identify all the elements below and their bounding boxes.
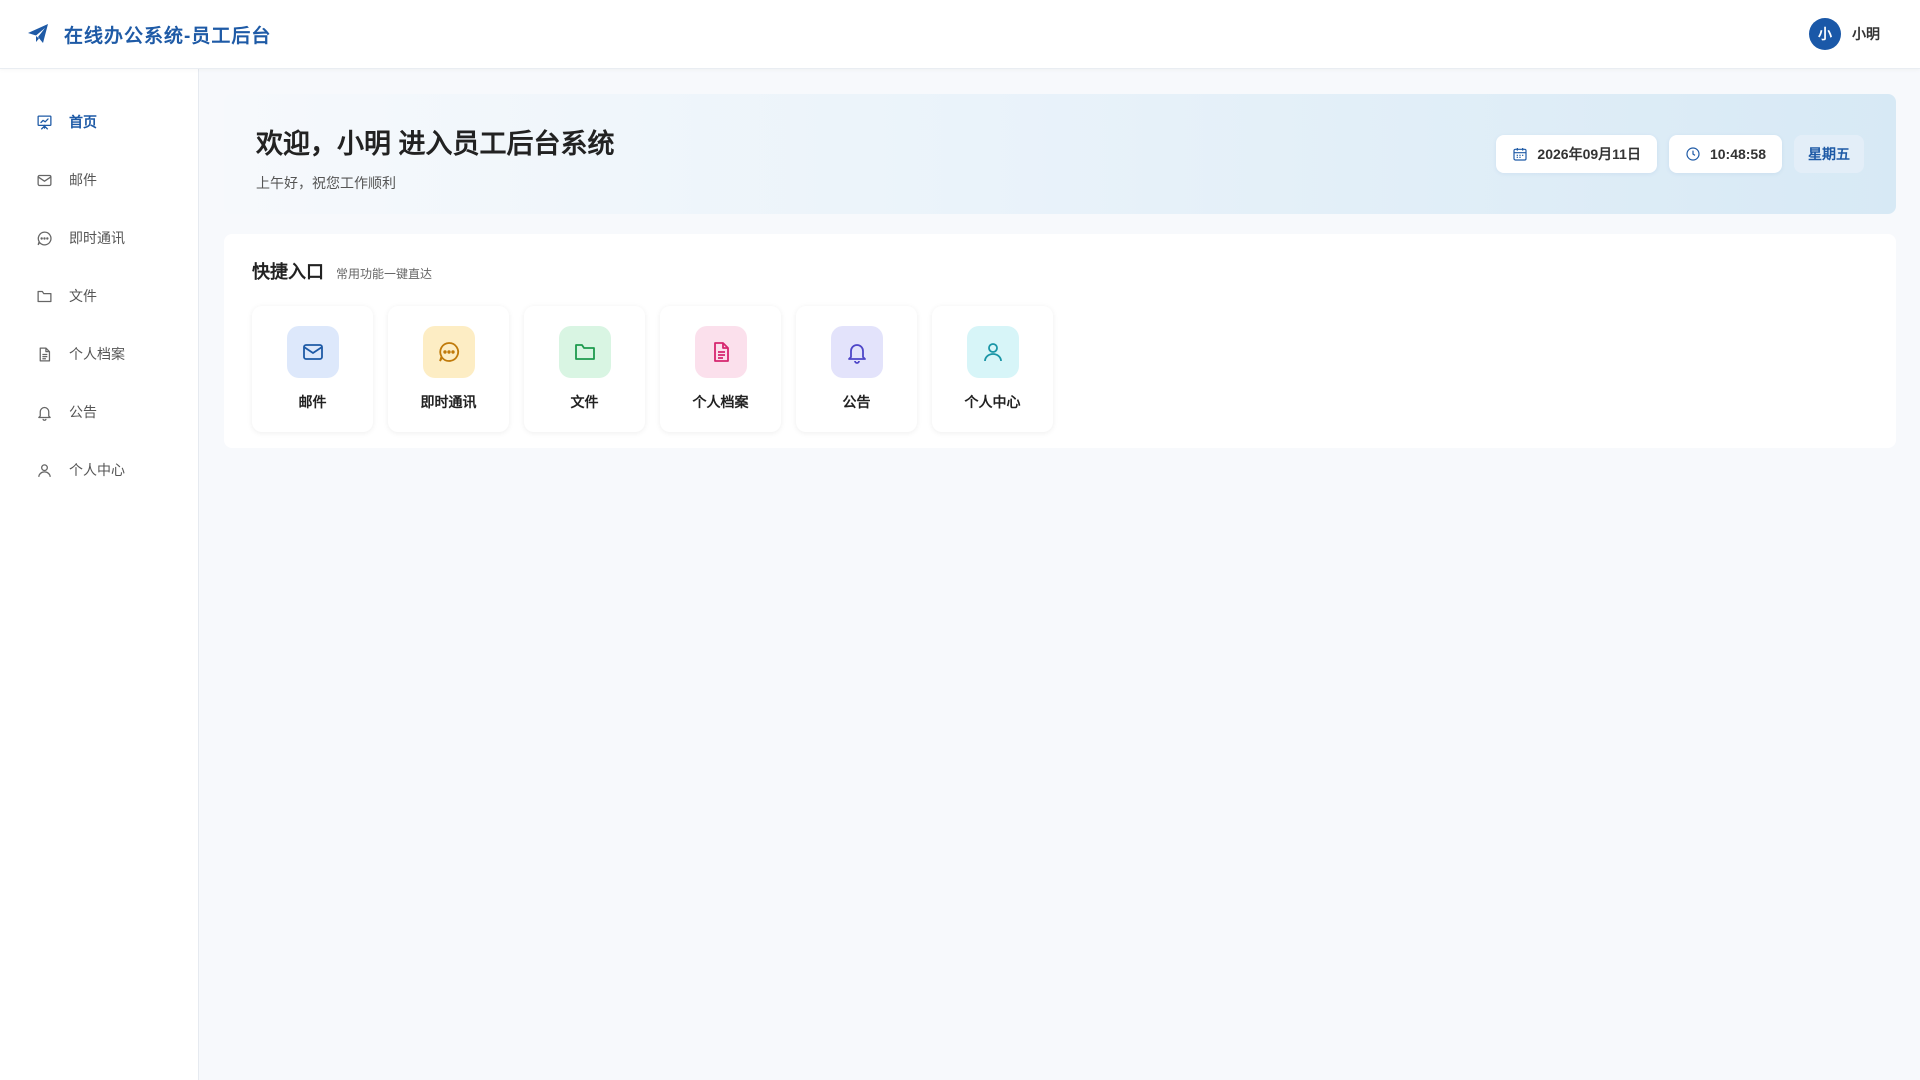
sidebar-item-label: 即时通讯 bbox=[69, 230, 125, 246]
quick-tile-profile-archive[interactable]: 个人档案 bbox=[660, 306, 781, 432]
quick-access-header: 快捷入口 常用功能一键直达 bbox=[252, 258, 1868, 284]
quick-tile-label: 即时通讯 bbox=[420, 394, 477, 410]
weekday-chip: 星期五 bbox=[1794, 135, 1864, 173]
quick-access-subtitle: 常用功能一键直达 bbox=[336, 267, 433, 281]
sidebar-item-files[interactable]: 文件 bbox=[0, 267, 198, 325]
quick-tile-label: 个人档案 bbox=[692, 394, 749, 410]
avatar[interactable]: 小 bbox=[1809, 18, 1841, 50]
weekday-text: 星期五 bbox=[1808, 146, 1850, 162]
user-name[interactable]: 小明 bbox=[1852, 24, 1880, 44]
quick-tile-label: 文件 bbox=[570, 394, 599, 410]
sidebar: 首页 邮件 即时通讯 文件 个人档案 公告 个人中心 bbox=[0, 69, 199, 1080]
sidebar-item-personal-center[interactable]: 个人中心 bbox=[0, 441, 198, 499]
quick-access-panel: 快捷入口 常用功能一键直达 邮件 即时通讯 文件 个人档案 公告 个人中心 bbox=[224, 234, 1896, 448]
document-icon bbox=[36, 346, 53, 363]
app-title: 在线办公系统-员工后台 bbox=[64, 25, 272, 47]
quick-access-title: 快捷入口 bbox=[252, 262, 324, 282]
quick-tile-personal-center[interactable]: 个人中心 bbox=[932, 306, 1053, 432]
mail-icon bbox=[36, 172, 53, 189]
brand[interactable]: 在线办公系统-员工后台 bbox=[26, 21, 271, 48]
quick-tile-mail[interactable]: 邮件 bbox=[252, 306, 373, 432]
paper-plane-icon bbox=[26, 22, 50, 46]
bell-icon bbox=[36, 404, 53, 421]
sidebar-item-label: 邮件 bbox=[69, 172, 97, 188]
sidebar-item-announcements[interactable]: 公告 bbox=[0, 383, 198, 441]
sidebar-item-chat[interactable]: 即时通讯 bbox=[0, 209, 198, 267]
sidebar-item-label: 个人中心 bbox=[69, 462, 125, 478]
quick-tiles: 邮件 即时通讯 文件 个人档案 公告 个人中心 bbox=[252, 306, 1868, 432]
document-icon bbox=[694, 326, 747, 378]
clock-icon bbox=[1685, 146, 1701, 162]
chat-icon bbox=[422, 326, 475, 378]
chat-icon bbox=[36, 230, 53, 247]
sidebar-item-label: 文件 bbox=[69, 288, 97, 304]
welcome-subtitle: 上午好，祝您工作顺利 bbox=[256, 175, 396, 191]
sidebar-item-home[interactable]: 首页 bbox=[0, 93, 198, 151]
date-chip: 2026年09月11日 bbox=[1496, 135, 1657, 173]
mail-icon bbox=[286, 326, 339, 378]
welcome-banner: 欢迎，小明 进入员工后台系统 上午好，祝您工作顺利 2026年09月11日 10… bbox=[224, 94, 1896, 214]
quick-tile-announcements[interactable]: 公告 bbox=[796, 306, 917, 432]
time-chip: 10:48:58 bbox=[1668, 135, 1782, 173]
sidebar-item-mail[interactable]: 邮件 bbox=[0, 151, 198, 209]
folder-icon bbox=[558, 326, 611, 378]
user-menu[interactable]: 小 小明 bbox=[1809, 18, 1880, 50]
user-icon bbox=[966, 326, 1019, 378]
user-icon bbox=[36, 462, 53, 479]
quick-tile-chat[interactable]: 即时通讯 bbox=[388, 306, 509, 432]
sidebar-item-label: 首页 bbox=[69, 114, 97, 130]
time-text: 10:48:58 bbox=[1709, 146, 1766, 162]
quick-tile-label: 邮件 bbox=[298, 394, 327, 410]
sidebar-item-label: 公告 bbox=[69, 404, 97, 420]
top-header: 在线办公系统-员工后台 小 小明 bbox=[0, 0, 1920, 69]
presentation-icon bbox=[36, 114, 53, 131]
calendar-icon bbox=[1512, 146, 1528, 162]
quick-tile-label: 个人中心 bbox=[964, 394, 1021, 410]
bell-icon bbox=[830, 326, 883, 378]
sidebar-item-label: 个人档案 bbox=[69, 346, 125, 362]
quick-tile-files[interactable]: 文件 bbox=[524, 306, 645, 432]
folder-icon bbox=[36, 288, 53, 305]
date-text: 2026年09月11日 bbox=[1537, 146, 1641, 162]
quick-tile-label: 公告 bbox=[842, 394, 871, 410]
sidebar-item-profile-archive[interactable]: 个人档案 bbox=[0, 325, 198, 383]
datetime-chips: 2026年09月11日 10:48:58 星期五 bbox=[1496, 135, 1864, 173]
